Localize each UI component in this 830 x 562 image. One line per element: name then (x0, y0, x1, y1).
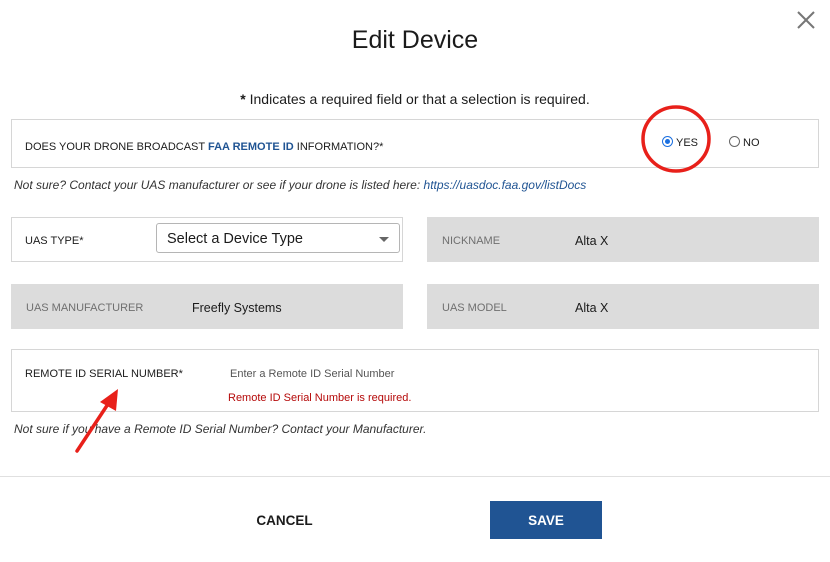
broadcast-question: DOES YOUR DRONE BROADCAST FAA REMOTE ID … (25, 141, 384, 153)
model-label: UAS MODEL (442, 302, 507, 314)
manufacturer-label: UAS MANUFACTURER (26, 302, 144, 314)
remote-id-input[interactable]: Enter a Remote ID Serial Number (230, 368, 790, 384)
nickname-panel: NICKNAME Alta X (427, 217, 819, 262)
footer-divider (0, 476, 830, 477)
broadcast-hint: Not sure? Contact your UAS manufacturer … (14, 178, 587, 192)
remote-id-label: REMOTE ID SERIAL NUMBER* (25, 368, 183, 380)
device-type-select[interactable]: Select a Device Type (156, 223, 400, 253)
model-value: Alta X (575, 301, 609, 315)
radio-no-button[interactable] (729, 136, 740, 147)
model-panel: UAS MODEL Alta X (427, 284, 819, 329)
save-button[interactable]: SAVE (490, 501, 602, 539)
uas-type-label: UAS TYPE* (25, 235, 84, 247)
remote-id-error: Remote ID Serial Number is required. (228, 392, 412, 404)
device-type-value: Select a Device Type (167, 231, 303, 247)
nickname-label: NICKNAME (442, 235, 501, 247)
annotation-arrow (75, 389, 118, 453)
remote-id-panel: REMOTE ID SERIAL NUMBER* Enter a Remote … (11, 349, 819, 412)
manufacturer-panel: UAS MANUFACTURER Freefly Systems (11, 284, 403, 329)
chevron-down-icon (379, 237, 389, 242)
dialog-title: Edit Device (351, 26, 479, 54)
cancel-button[interactable]: CANCEL (232, 501, 337, 539)
listdocs-link[interactable]: https://uasdoc.faa.gov/listDocs (424, 178, 587, 192)
manufacturer-value: Freefly Systems (192, 301, 282, 315)
radio-no-label: NO (743, 137, 760, 149)
nickname-value: Alta X (575, 234, 609, 248)
highlight-circle (641, 105, 711, 173)
